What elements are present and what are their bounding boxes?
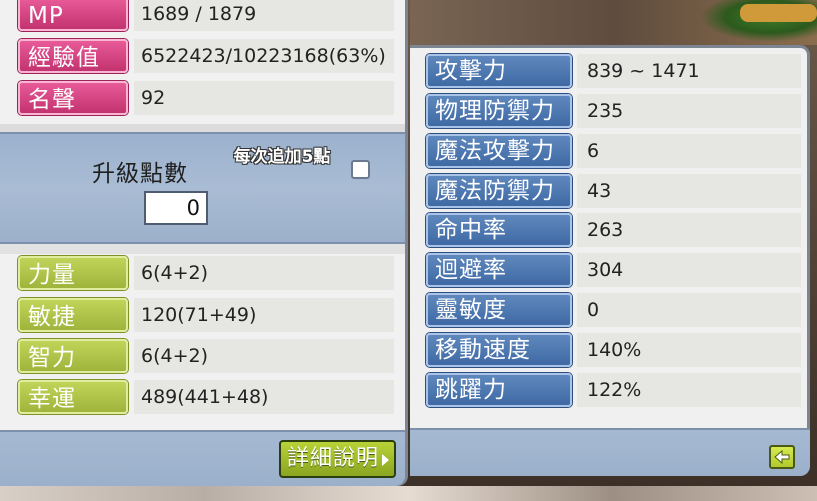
ability-points-field: 0 [144, 191, 208, 225]
attack-value: 839 ~ 1471 [577, 54, 801, 88]
fame-row: 名聲 92 [14, 79, 394, 117]
magic-def-label: 魔法防禦力 [426, 174, 572, 208]
exp-label: 經驗值 [18, 39, 128, 73]
magic-def-value: 43 [577, 174, 801, 208]
stat-row-jump: 跳躍力 122% [426, 371, 804, 409]
divider [0, 124, 405, 132]
dex-value: 120(71+49) [134, 298, 394, 332]
mp-value: 1689 / 1879 [134, 0, 394, 31]
str-label: 力量 [18, 256, 128, 290]
fame-value: 92 [134, 81, 394, 115]
mp-row: MP 1689 / 1879 [14, 0, 394, 33]
mp-label: MP [18, 0, 128, 31]
ability-points-section: 升級點數 0 每次追加5點 [0, 132, 405, 244]
character-stats-panel: MP 1689 / 1879 經驗值 6522423/10223168(63%)… [0, 0, 408, 486]
speed-label: 移動速度 [426, 333, 572, 367]
fame-label: 名聲 [18, 81, 128, 115]
divider [0, 244, 405, 254]
luk-value: 489(441+48) [134, 380, 394, 414]
arrow-left-icon [774, 450, 790, 464]
stat-row-int: 智力 6(4+2) [14, 337, 394, 375]
detailed-stats-panel: 攻擊力 839 ~ 1471 物理防禦力 235 魔法攻擊力 6 魔法防禦力 4… [410, 45, 810, 476]
game-background-bottom [0, 486, 817, 501]
jump-value: 122% [577, 373, 801, 407]
detail-button[interactable]: 詳細說明 [279, 440, 396, 478]
stat-row-dex: 敏捷 120(71+49) [14, 296, 394, 334]
back-button[interactable] [769, 445, 795, 469]
ability-points-label: 升級點數 [92, 161, 188, 187]
jump-label: 跳躍力 [426, 373, 572, 407]
stat-row-luk: 幸運 489(441+48) [14, 378, 394, 416]
stat-row-str: 力量 6(4+2) [14, 254, 394, 292]
stat-row-phys-def: 物理防禦力 235 [426, 92, 804, 130]
hands-label: 靈敏度 [426, 293, 572, 327]
exp-value: 6522423/10223168(63%) [134, 39, 394, 73]
phys-def-label: 物理防禦力 [426, 94, 572, 128]
dex-label: 敏捷 [18, 298, 128, 332]
chevron-right-icon [382, 454, 389, 466]
stat-row-avoid: 迴避率 304 [426, 251, 804, 289]
exp-row: 經驗值 6522423/10223168(63%) [14, 37, 394, 75]
detail-button-label: 詳細說明 [287, 446, 380, 471]
background-basket [740, 4, 817, 22]
int-label: 智力 [18, 339, 128, 373]
str-value: 6(4+2) [134, 256, 394, 290]
stat-row-attack: 攻擊力 839 ~ 1471 [426, 52, 804, 90]
luk-label: 幸運 [18, 380, 128, 414]
magic-atk-value: 6 [577, 134, 801, 168]
speed-value: 140% [577, 333, 801, 367]
right-panel-footer [410, 428, 810, 476]
stat-row-speed: 移動速度 140% [426, 331, 804, 369]
auto-add-checkbox[interactable] [351, 160, 370, 179]
hands-value: 0 [577, 293, 801, 327]
auto-add-label: 每次追加5點 [233, 147, 331, 167]
stat-row-hands: 靈敏度 0 [426, 291, 804, 329]
phys-def-value: 235 [577, 94, 801, 128]
magic-atk-label: 魔法攻擊力 [426, 134, 572, 168]
accuracy-value: 263 [577, 213, 801, 247]
avoid-label: 迴避率 [426, 253, 572, 287]
attack-label: 攻擊力 [426, 54, 572, 88]
int-value: 6(4+2) [134, 339, 394, 373]
avoid-value: 304 [577, 253, 801, 287]
stat-row-magic-atk: 魔法攻擊力 6 [426, 132, 804, 170]
stat-row-magic-def: 魔法防禦力 43 [426, 172, 804, 210]
accuracy-label: 命中率 [426, 213, 572, 247]
stat-row-accuracy: 命中率 263 [426, 211, 804, 249]
